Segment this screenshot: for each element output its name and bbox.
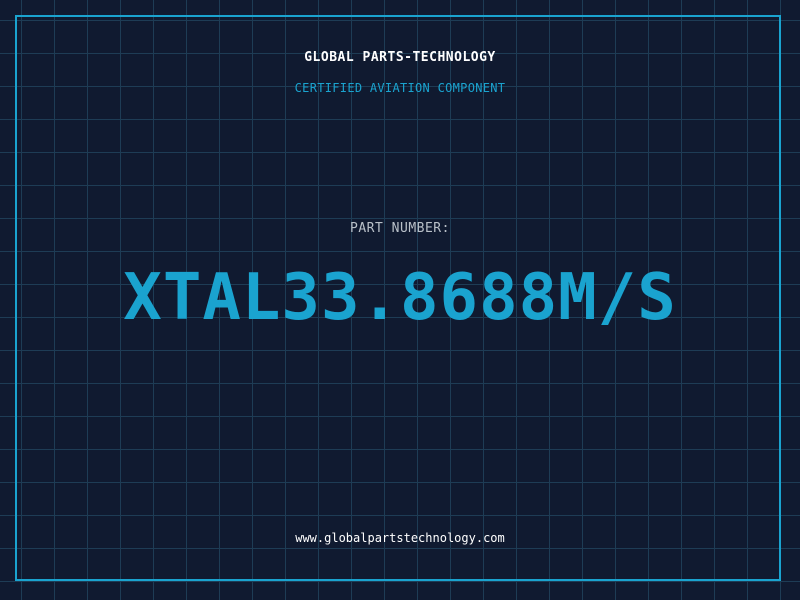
website-url: www.globalpartstechnology.com bbox=[295, 531, 505, 545]
part-number-value: XTAL33.8688M/S bbox=[123, 261, 677, 335]
certification-tagline: CERTIFIED AVIATION COMPONENT bbox=[294, 81, 506, 95]
page: GLOBAL PARTS-TECHNOLOGY CERTIFIED AVIATI… bbox=[0, 0, 800, 600]
company-name: GLOBAL PARTS-TECHNOLOGY bbox=[304, 50, 496, 65]
part-number-label: PART NUMBER: bbox=[350, 221, 450, 236]
